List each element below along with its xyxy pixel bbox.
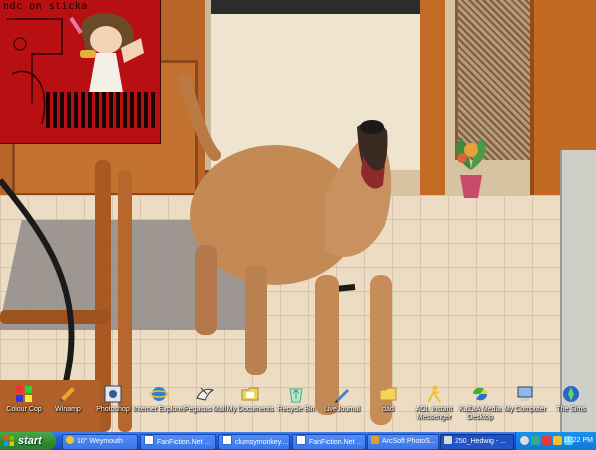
weather-icon [66,436,74,444]
winamp-icon [60,387,75,402]
the-sims-icon [563,386,579,402]
taskbar-button-arcsoft[interactable]: ArcSoft PhotoS... [367,434,439,450]
taskbar: start 10° Weymouth FanFiction.Net ... cl… [0,432,596,450]
taskbar-clock[interactable]: 11:22 PM [564,432,593,450]
internet-explorer-icon [149,387,169,401]
speaker-icon[interactable] [520,436,529,445]
taskbar-button-weather[interactable]: 10° Weymouth [62,434,138,450]
taskbar-button-label: 250_Hedwig - ... [455,438,506,445]
network-icon[interactable] [531,436,540,445]
desktop-icon-label: The Sims [556,406,586,413]
folder-icon [379,387,397,401]
taskbar-button-label: 10° Weymouth [77,438,123,445]
my-documents-icon [241,387,259,401]
kazaa-icon [473,387,488,401]
system-tray: 11:22 PM [515,432,596,450]
pegasus-mail-icon [196,387,215,401]
livejournal-icon [335,389,349,403]
arcsoft-icon [371,436,379,444]
start-label: start [18,435,42,447]
taskbar-button-fanfiction-2[interactable]: FanFiction.Net ... [292,434,366,450]
taskbar-button-label: ArcSoft PhotoS... [382,438,436,445]
windows-flag-icon [4,436,14,446]
desktop-icon-the-sims[interactable]: The Sims [543,384,596,414]
colour-cop-icon [16,386,32,402]
taskbar-button-label: FanFiction.Net ... [157,439,211,446]
appliance-top [211,0,431,14]
ie-page-icon [296,435,306,445]
my-computer-icon [517,386,533,401]
recycle-bin-icon [289,388,303,403]
taskbar-button-label: FanFiction.Net ... [309,439,363,446]
taskbar-button-clumsymonkey[interactable]: clumsymonkey.... [218,434,290,450]
howling-dog [179,75,392,425]
ie-page-icon [222,435,232,445]
taskbar-button-label: clumsymonkey.... [235,439,289,446]
plant-figurine [456,138,486,198]
anime-character [69,13,144,98]
desktop-sticker-widget[interactable]: ndc on sticka [0,0,161,144]
image-viewer-icon [444,436,452,444]
sticker-barcode-art [46,92,156,128]
start-button[interactable]: start [0,432,56,450]
ie-page-icon [144,435,154,445]
taskbar-button-hedwig[interactable]: 250_Hedwig - ... [440,434,514,450]
messenger-icon[interactable] [553,436,562,445]
photoshop-icon [104,385,122,403]
taskbar-button-fanfiction-1[interactable]: FanFiction.Net ... [140,434,216,450]
shield-icon[interactable] [542,436,551,445]
aim-icon [427,385,441,403]
